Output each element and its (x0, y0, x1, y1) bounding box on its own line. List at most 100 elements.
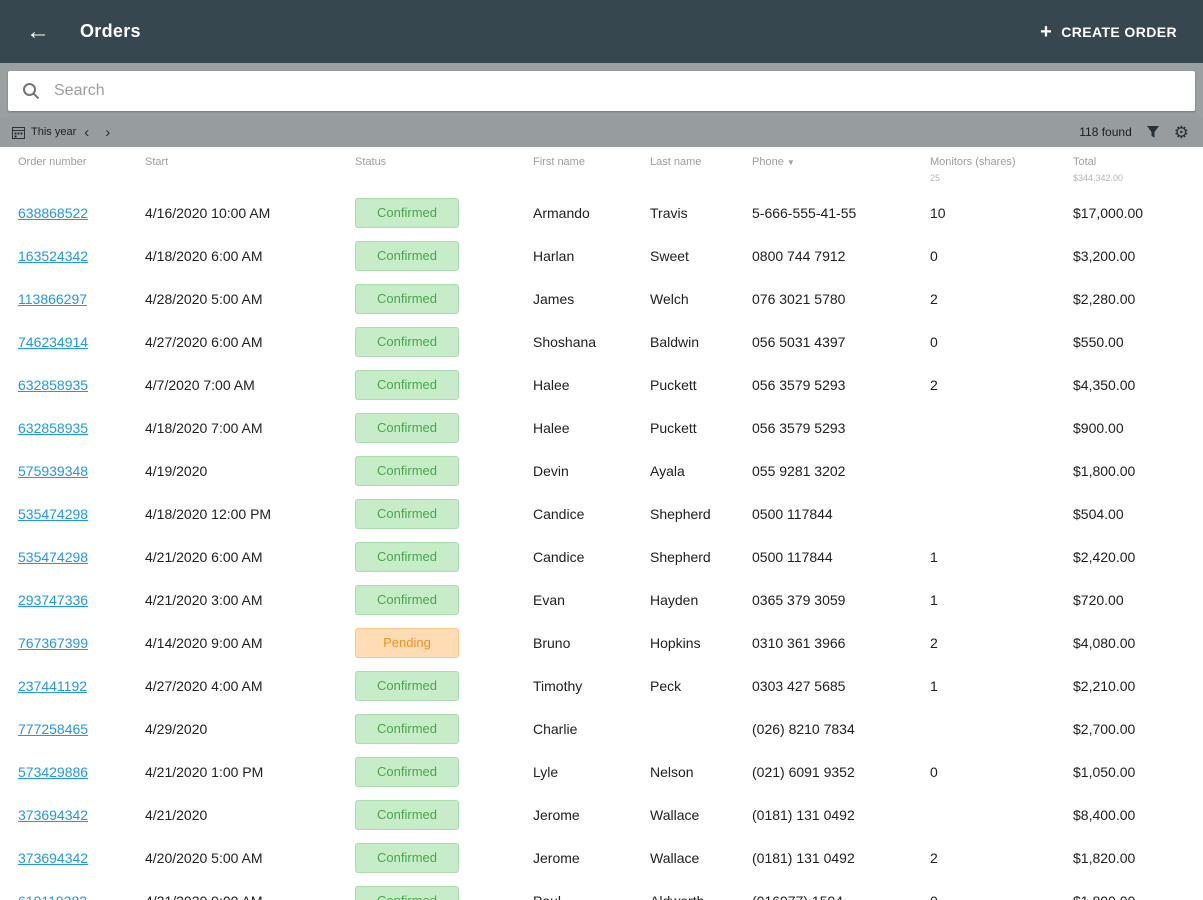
last-name-cell: Travis (650, 204, 688, 221)
table-row: 535474298 4/21/2020 6:00 AM Confirmed Candi… (0, 535, 1203, 578)
order-number-link[interactable]: 746234914 (18, 334, 88, 350)
last-name-cell: Shepherd (650, 505, 711, 522)
first-name-cell: Jerome (533, 849, 580, 866)
order-number-cell: 619119383 (18, 893, 145, 900)
first-name-cell: Paul (533, 893, 650, 900)
col-header-phone[interactable]: Phone ▼ (752, 156, 930, 169)
order-number-link[interactable]: 777258465 (18, 721, 88, 737)
table-toolbar: This year ‹ › 118 found ⚙ (0, 117, 1203, 147)
col-header-monitors[interactable]: Monitors (shares) 25 (930, 156, 1073, 185)
order-number-link[interactable]: 237441192 (18, 678, 87, 694)
next-period-button[interactable]: › (97, 125, 118, 140)
total-cell: $17,000.00 (1073, 204, 1144, 221)
monitors-cell: 0 (930, 247, 938, 264)
order-number-link[interactable]: 373694342 (18, 807, 88, 823)
search-input[interactable] (52, 81, 1181, 101)
order-number-cell: 535474298 (18, 506, 145, 522)
create-order-button[interactable]: + CREATE ORDER (1040, 22, 1177, 42)
status-badge: Confirmed (355, 455, 459, 486)
monitors-cell: 1 (930, 677, 938, 694)
order-number-link[interactable]: 373694342 (18, 850, 88, 866)
order-number-link[interactable]: 535474298 (18, 549, 88, 565)
period-label: This year (31, 126, 77, 138)
total-cell: $550.00 (1073, 333, 1124, 350)
col-header-first-name[interactable]: First name (533, 156, 650, 169)
total-cell: $1,800.00 (1073, 462, 1136, 479)
status-badge: Confirmed (355, 885, 459, 900)
order-number-link[interactable]: 632858935 (18, 377, 88, 393)
back-arrow-icon: ← (26, 17, 50, 45)
order-number-cell: 535474298 (18, 549, 145, 565)
back-button[interactable]: ← (22, 16, 54, 48)
status-cell: Confirmed (355, 455, 533, 486)
col-header-status[interactable]: Status (355, 156, 533, 169)
order-number-link[interactable]: 163524342 (18, 248, 88, 264)
order-number-link[interactable]: 638868522 (18, 205, 88, 221)
col-header-start[interactable]: Start (145, 156, 355, 169)
search-icon (22, 82, 40, 100)
phone-cell: (0181) 131 0492 (752, 806, 855, 823)
settings-gear-icon[interactable]: ⚙ (1174, 124, 1189, 141)
last-name-cell: Ayala (650, 462, 685, 479)
app-bar: ← Orders + CREATE ORDER (0, 0, 1203, 63)
table-row: 638868522 4/16/2020 10:00 AM Confirmed Arma… (0, 191, 1203, 234)
order-number-cell: 575939348 (18, 463, 145, 479)
monitors-cell: 2 (930, 376, 938, 393)
start-cell: 4/20/2020 5:00 AM (145, 849, 263, 866)
table-header: Order number Start Status First name Las… (0, 147, 1203, 191)
total-cell: $2,420.00 (1073, 548, 1136, 565)
col-header-order-number[interactable]: Order number (18, 156, 145, 169)
status-cell: Confirmed (355, 240, 533, 271)
first-name-cell: Bruno (533, 634, 571, 651)
phone-cell: 0310 361 3966 (752, 634, 846, 651)
create-order-label: CREATE ORDER (1061, 23, 1177, 40)
status-badge: Confirmed (355, 799, 459, 830)
phone-cell: 056 5031 4397 (752, 333, 846, 350)
monitors-cell: 0 (930, 893, 1073, 900)
order-number-link[interactable]: 632858935 (18, 420, 88, 436)
col-header-total[interactable]: Total $344,342.00 (1073, 156, 1203, 185)
order-number-cell: 632858935 (18, 420, 145, 436)
status-badge: Confirmed (355, 197, 459, 228)
order-number-link[interactable]: 575939348 (18, 463, 88, 479)
total-cell: $504.00 (1073, 505, 1124, 522)
filter-icon[interactable] (1146, 125, 1160, 139)
status-cell: Confirmed (355, 283, 533, 314)
previous-period-button[interactable]: ‹ (76, 125, 97, 140)
total-cell: $900.00 (1073, 419, 1124, 436)
phone-cell: (026) 8210 7834 (752, 720, 855, 737)
order-number-link[interactable]: 113866297 (18, 291, 87, 307)
order-number-link[interactable]: 767367399 (18, 635, 88, 651)
col-header-last-name[interactable]: Last name (650, 156, 752, 169)
order-number-link[interactable]: 293747336 (18, 592, 88, 608)
table-body: 638868522 4/16/2020 10:00 AM Confirmed Arma… (0, 191, 1203, 900)
status-cell: Confirmed (355, 584, 533, 615)
monitors-cell: 0 (930, 763, 938, 780)
page-title: Orders (80, 21, 141, 41)
start-cell: 4/21/2020 1:00 PM (145, 763, 264, 780)
phone-cell: 0303 427 5685 (752, 677, 846, 694)
start-cell: 4/21/2020 (145, 806, 208, 823)
status-cell: Confirmed (355, 197, 533, 228)
status-badge: Confirmed (355, 498, 459, 529)
status-cell: Pending (355, 627, 533, 658)
order-number-cell: 638868522 (18, 205, 145, 221)
table-row: 237441192 4/27/2020 4:00 AM Confirmed Timot… (0, 664, 1203, 707)
start-cell: 4/29/2020 (145, 720, 208, 737)
period-selector[interactable]: This year (12, 126, 76, 139)
start-cell: 4/18/2020 7:00 AM (145, 419, 263, 436)
search-box (8, 71, 1195, 111)
last-name-cell: Wallace (650, 806, 700, 823)
monitors-cell: 10 (930, 204, 946, 221)
order-number-link[interactable]: 619119383 (18, 893, 87, 900)
order-number-link[interactable]: 535474298 (18, 506, 88, 522)
start-cell: 4/27/2020 4:00 AM (145, 677, 263, 694)
monitors-cell: 2 (930, 290, 938, 307)
order-number-link[interactable]: 573429886 (18, 764, 88, 780)
table-row: 373694342 4/20/2020 5:00 AM Confirmed Jerom… (0, 836, 1203, 879)
first-name-cell: Candice (533, 505, 585, 522)
status-badge: Confirmed (355, 240, 459, 271)
first-name-cell: Halee (533, 419, 570, 436)
phone-cell: 056 3579 5293 (752, 376, 846, 393)
table-row: 619119383 4/21/2020 9:00 AMConfirmed PaulA… (0, 879, 1203, 900)
